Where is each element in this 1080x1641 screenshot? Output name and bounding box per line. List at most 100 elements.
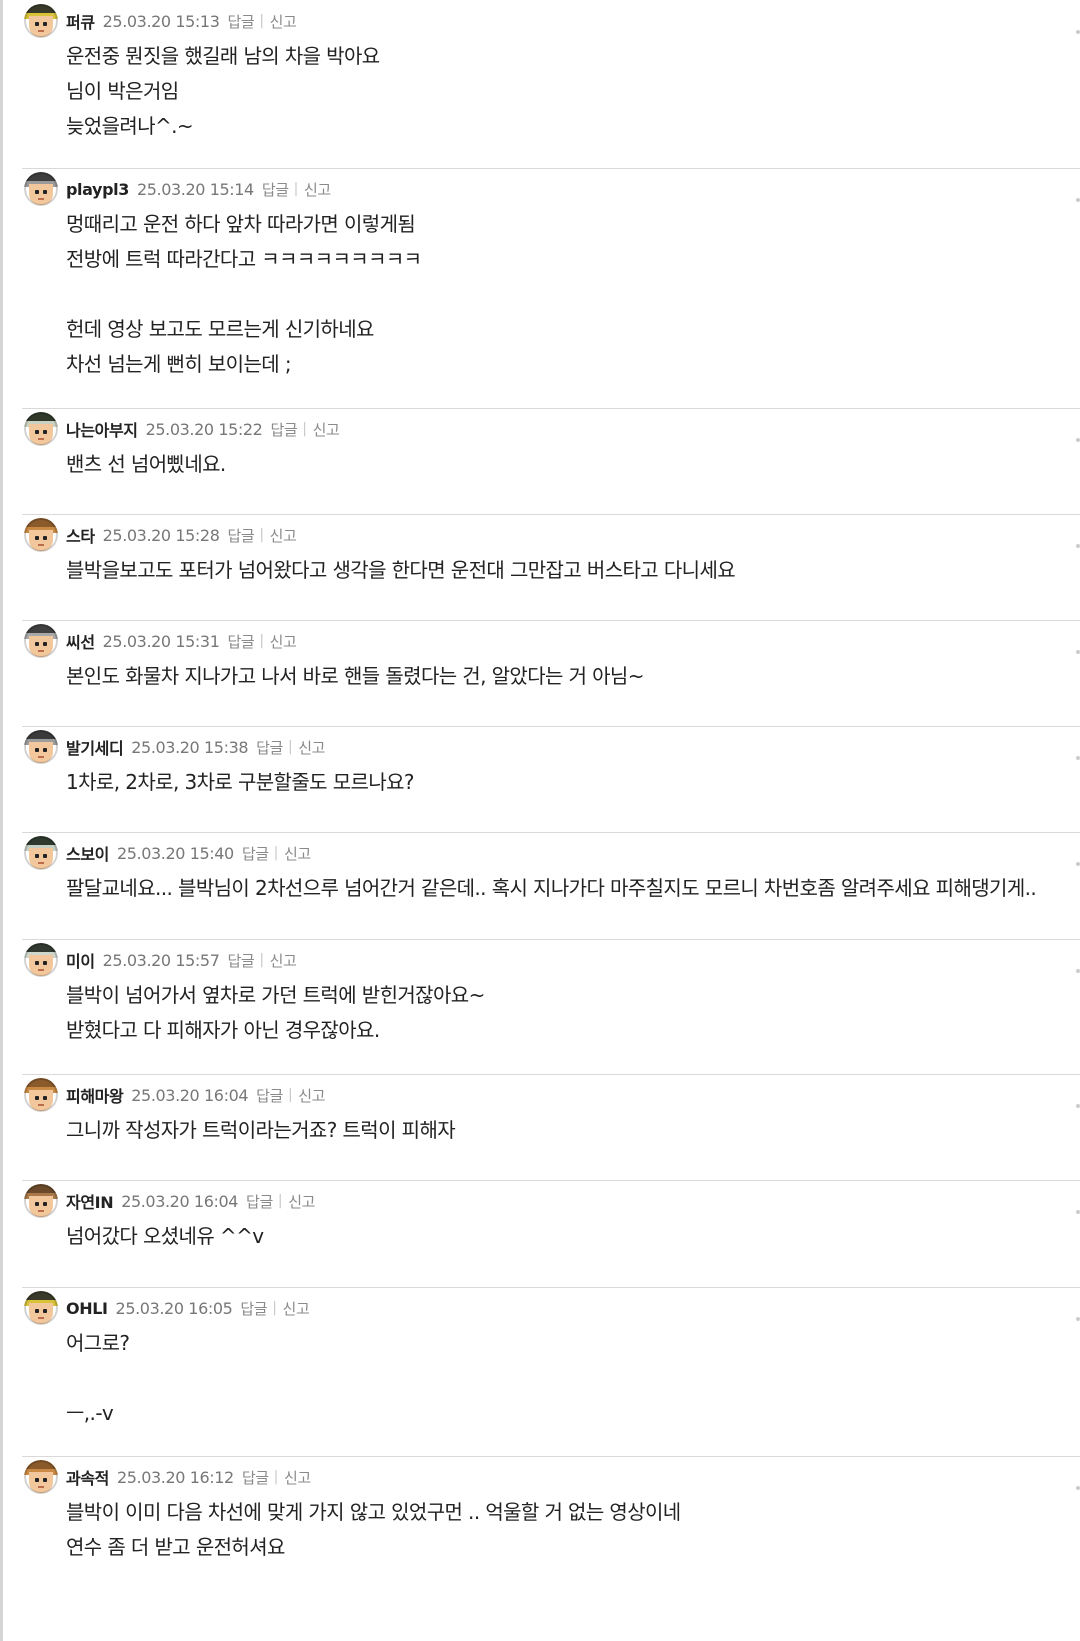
more-options-dot[interactable] xyxy=(1076,1104,1080,1108)
report-button[interactable]: 신고 xyxy=(298,737,325,758)
comment-line: 헌데 영상 보고도 모르는게 신기하네요 xyxy=(66,317,374,341)
avatar[interactable] xyxy=(24,1078,58,1112)
author-nickname[interactable]: playpl3 xyxy=(66,180,129,199)
author-nickname[interactable]: 씨선 xyxy=(66,629,95,653)
avatar[interactable] xyxy=(24,172,58,206)
more-options-dot[interactable] xyxy=(1076,544,1080,548)
author-nickname[interactable]: 발기세디 xyxy=(66,735,124,759)
comment-line: 님이 박은거임 xyxy=(66,79,179,103)
report-button[interactable]: 신고 xyxy=(313,419,340,440)
comment-line: 늦었을려나^.~ xyxy=(66,114,194,138)
avatar[interactable] xyxy=(24,1291,58,1325)
avatar[interactable] xyxy=(24,412,58,446)
comment-page: 퍼큐 25.03.20 15:13 답글 | 신고 운전중 뭔짓을 했길래 남의 차을 박… xyxy=(0,0,1080,1641)
comment-line: ㅡ,.-v xyxy=(66,1401,114,1425)
avatar-ring xyxy=(24,1291,58,1325)
avatar[interactable] xyxy=(24,624,58,658)
comment-line: 받혔다고 다 피해자가 아닌 경우잖아요. xyxy=(66,1018,380,1042)
reply-button[interactable]: 답글 xyxy=(246,1191,273,1212)
separator: | xyxy=(273,845,279,861)
comment-header: 스보이 25.03.20 15:40 답글 | 신고 xyxy=(24,836,1080,870)
comment-meta: 스타 25.03.20 15:28 답글 | 신고 xyxy=(66,523,297,547)
comment-meta: OHLI 25.03.20 16:05 답글 | 신고 xyxy=(66,1298,310,1319)
more-options-dot[interactable] xyxy=(1076,438,1080,442)
report-button[interactable]: 신고 xyxy=(304,179,331,200)
comment-date: 25.03.20 15:38 xyxy=(131,737,249,757)
comment-item: 스보이 25.03.20 15:40 답글 | 신고 팔달교네요... 블박님이 2차선으… xyxy=(24,836,1080,906)
comment-header: 자연IN 25.03.20 16:04 답글 | 신고 xyxy=(24,1184,1080,1218)
avatar[interactable] xyxy=(24,1184,58,1218)
comment-divider xyxy=(22,832,1080,833)
avatar[interactable] xyxy=(24,836,58,870)
comment-date: 25.03.20 16:05 xyxy=(115,1298,233,1318)
more-options-dot[interactable] xyxy=(1076,969,1080,973)
comment-divider xyxy=(22,1074,1080,1075)
comment-line: 넘어갔다 오셨네유 ^^v xyxy=(66,1224,264,1248)
report-button[interactable]: 신고 xyxy=(283,1298,310,1319)
more-options-dot[interactable] xyxy=(1076,1210,1080,1214)
reply-button[interactable]: 답글 xyxy=(228,11,255,32)
report-button[interactable]: 신고 xyxy=(270,631,297,652)
comment-item: 발기세디 25.03.20 15:38 답글 | 신고 1차로, 2차로, 3차로 구분할… xyxy=(24,730,1080,800)
report-button[interactable]: 신고 xyxy=(284,843,311,864)
reply-button[interactable]: 답글 xyxy=(256,737,283,758)
author-nickname[interactable]: 퍼큐 xyxy=(66,9,95,33)
avatar[interactable] xyxy=(24,4,58,38)
reply-button[interactable]: 답글 xyxy=(228,950,255,971)
author-nickname[interactable]: 스타 xyxy=(66,523,95,547)
reply-button[interactable]: 답글 xyxy=(256,1085,283,1106)
author-nickname[interactable]: 피해마왕 xyxy=(66,1083,124,1107)
report-button[interactable]: 신고 xyxy=(270,525,297,546)
report-button[interactable]: 신고 xyxy=(288,1191,315,1212)
reply-button[interactable]: 답글 xyxy=(242,1467,269,1488)
comment-item: 미이 25.03.20 15:57 답글 | 신고 블박이 넘어가서 옆차로 가던 트럭에… xyxy=(24,943,1080,1048)
more-options-dot[interactable] xyxy=(1076,1486,1080,1490)
reply-button[interactable]: 답글 xyxy=(228,631,255,652)
more-options-dot[interactable] xyxy=(1076,756,1080,760)
more-options-dot[interactable] xyxy=(1076,1317,1080,1321)
comment-item: 과속적 25.03.20 16:12 답글 | 신고 블박이 이미 다음 차선에 맞게 가… xyxy=(24,1460,1080,1565)
report-button[interactable]: 신고 xyxy=(270,950,297,971)
separator: | xyxy=(302,421,307,437)
separator: | xyxy=(259,952,264,968)
comment-item: 자연IN 25.03.20 16:04 답글 | 신고넘어갔다 오셨네유 ^^v xyxy=(24,1184,1080,1254)
comment-line: 블박이 넘어가서 옆차로 가던 트럭에 받힌거잖아요~ xyxy=(66,983,485,1007)
author-nickname[interactable]: 나는아부지 xyxy=(66,417,138,441)
reply-button[interactable]: 답글 xyxy=(228,525,255,546)
more-options-dot[interactable] xyxy=(1076,30,1080,34)
avatar[interactable] xyxy=(24,1460,58,1494)
comment-line: 그니까 작성자가 트럭이라는거죠? 트럭이 피해자 xyxy=(66,1118,456,1142)
avatar[interactable] xyxy=(24,730,58,764)
author-nickname[interactable]: OHLI xyxy=(66,1299,108,1318)
reply-button[interactable]: 답글 xyxy=(270,419,297,440)
comment-date: 25.03.20 16:04 xyxy=(131,1085,249,1105)
comment-divider xyxy=(22,168,1080,169)
comment-divider xyxy=(22,620,1080,621)
author-nickname[interactable]: 자연IN xyxy=(66,1189,114,1213)
comment-header: 퍼큐 25.03.20 15:13 답글 | 신고 xyxy=(24,4,1080,38)
comment-meta: 퍼큐 25.03.20 15:13 답글 | 신고 xyxy=(66,9,297,33)
comment-meta: 씨선 25.03.20 15:31 답글 | 신고 xyxy=(66,629,297,653)
author-nickname[interactable]: 스보이 xyxy=(66,841,109,865)
comment-meta: playpl3 25.03.20 15:14 답글 | 신고 xyxy=(66,179,331,200)
author-nickname[interactable]: 미이 xyxy=(66,948,95,972)
avatar-ring xyxy=(24,730,58,764)
report-button[interactable]: 신고 xyxy=(284,1467,311,1488)
more-options-dot[interactable] xyxy=(1076,198,1080,202)
comment-date: 25.03.20 15:31 xyxy=(102,631,220,651)
separator: | xyxy=(287,1087,293,1103)
more-options-dot[interactable] xyxy=(1076,650,1080,654)
report-button[interactable]: 신고 xyxy=(298,1085,325,1106)
comment-item: 스타 25.03.20 15:28 답글 | 신고 블박을보고도 포터가 넘어왔다고 생각… xyxy=(24,518,1080,588)
avatar[interactable] xyxy=(24,518,58,552)
reply-button[interactable]: 답글 xyxy=(240,1298,267,1319)
comment-item: playpl3 25.03.20 15:14 답글 | 신고 멍때리고 운전 하다 앞차 … xyxy=(24,172,1080,382)
avatar[interactable] xyxy=(24,943,58,977)
reply-button[interactable]: 답글 xyxy=(242,843,269,864)
comment-line: 팔달교네요... 블박님이 2차선으루 넘어간거 같은데.. 혹시 지나가다 마… xyxy=(66,876,1037,900)
report-button[interactable]: 신고 xyxy=(270,11,297,32)
comment-header: OHLI 25.03.20 16:05 답글 | 신고 xyxy=(24,1291,1080,1325)
reply-button[interactable]: 답글 xyxy=(262,179,289,200)
author-nickname[interactable]: 과속적 xyxy=(66,1465,109,1489)
more-options-dot[interactable] xyxy=(1076,862,1080,866)
